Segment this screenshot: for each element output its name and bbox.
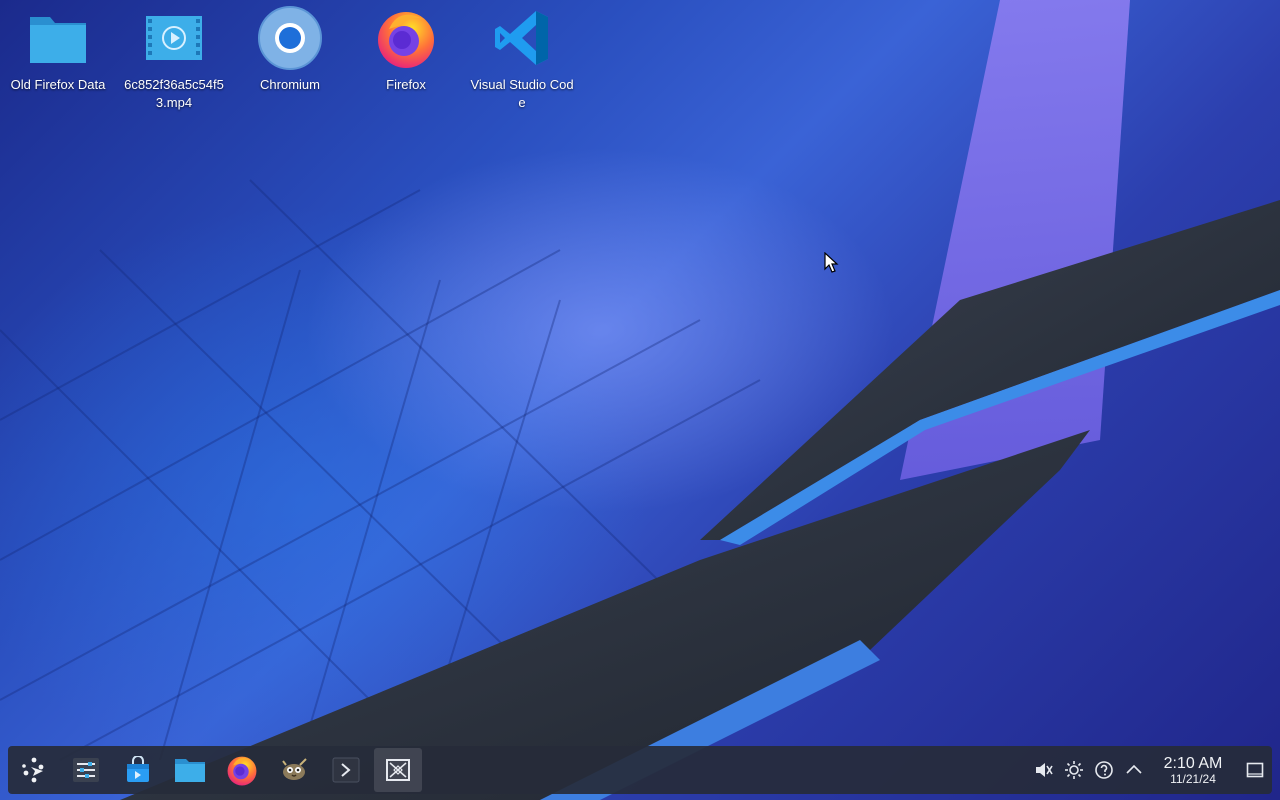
taskbar-gimp[interactable]: [270, 748, 318, 792]
show-desktop-icon: [1246, 762, 1264, 778]
video-file-icon: [142, 6, 206, 70]
system-tray: 2:10 AM 11/21/24: [1030, 746, 1272, 794]
desktop-icon-label: Firefox: [386, 77, 426, 92]
desktop-icon-label: 6c852f36a5c54f53.mp4: [124, 77, 224, 110]
expand-tray-icon[interactable]: [1120, 756, 1148, 784]
desktop-icon-label: Old Firefox Data: [10, 77, 106, 92]
desktop-icon-firefox[interactable]: Firefox: [348, 6, 464, 94]
desktop-icon-label: Chromium: [260, 77, 320, 92]
desktop-icon-video-file[interactable]: 6c852f36a5c54f53.mp4: [116, 6, 232, 112]
desktop[interactable]: Old Firefox Data 6c852f36a5c54f53.mp4 Ch…: [0, 0, 1280, 800]
folder-icon: [175, 759, 205, 782]
desktop-icon-chromium[interactable]: Chromium: [232, 6, 348, 94]
gimp-icon: [282, 758, 307, 780]
settings-sliders-icon: [73, 758, 99, 782]
screenshot-icon: [386, 759, 410, 781]
digital-clock[interactable]: 2:10 AM 11/21/24: [1156, 755, 1230, 786]
store-bag-icon: [127, 756, 149, 782]
taskbar-screenshot[interactable]: [374, 748, 422, 792]
taskbar-dolphin[interactable]: [166, 748, 214, 792]
clock-time: 2:10 AM: [1163, 754, 1223, 772]
desktop-icon-vscode[interactable]: Visual Studio Code: [464, 6, 580, 112]
folder-icon: [26, 6, 90, 70]
show-desktop-button[interactable]: [1238, 748, 1272, 792]
volume-muted-icon[interactable]: [1030, 756, 1058, 784]
desktop-icon-label: Visual Studio Code: [470, 77, 574, 110]
vscode-icon: [490, 6, 554, 70]
firefox-icon: [374, 6, 438, 70]
terminal-icon: [332, 757, 360, 783]
taskbar: 2:10 AM 11/21/24: [8, 746, 1272, 794]
taskbar-discover[interactable]: [114, 748, 162, 792]
firefox-icon: [227, 756, 257, 786]
desktop-icon-old-firefox-data[interactable]: Old Firefox Data: [0, 6, 116, 94]
help-icon[interactable]: [1090, 756, 1118, 784]
clock-date: 11/21/24: [1170, 771, 1216, 786]
taskbar-system-settings[interactable]: [62, 748, 110, 792]
taskbar-app-launcher[interactable]: [10, 748, 58, 792]
mouse-cursor-icon: [824, 252, 839, 273]
chromium-icon: [258, 6, 322, 70]
app-launcher-icon: [22, 757, 44, 783]
taskbar-konsole[interactable]: [322, 748, 370, 792]
brightness-icon[interactable]: [1060, 756, 1088, 784]
wallpaper: [0, 0, 1280, 800]
taskbar-firefox[interactable]: [218, 748, 266, 792]
